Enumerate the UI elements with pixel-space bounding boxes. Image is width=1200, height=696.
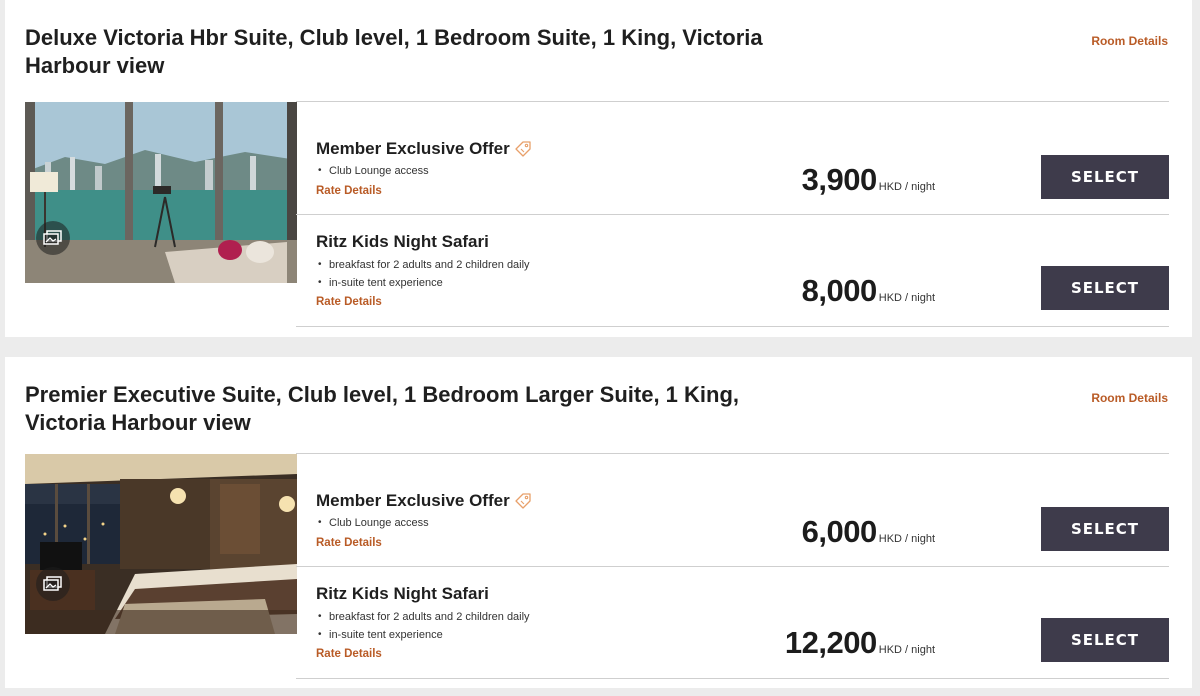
room-card: Premier Executive Suite, Club level, 1 B… [5,357,1192,688]
rate-name-text: Member Exclusive Offer [316,139,510,158]
price: 3,900 HKD / night [802,162,935,198]
select-button[interactable]: SELECT [1041,507,1169,551]
rate-name: Ritz Kids Night Safari [316,232,489,252]
price-unit: HKD / night [878,644,935,656]
price-amount: 6,000 [801,514,878,549]
divider [296,566,1169,567]
price-amount: 3,900 [801,162,878,197]
rate-name: Ritz Kids Night Safari [316,584,489,604]
price: 6,000 HKD / night [802,514,935,550]
price: 8,000 HKD / night [802,273,935,309]
price-amount: 8,000 [801,273,878,308]
rate-name-text: Ritz Kids Night Safari [316,584,489,603]
gallery-icon[interactable] [36,221,70,255]
room-details-link[interactable]: Room Details [1091,391,1168,405]
rate-details-link[interactable]: Rate Details [316,185,382,197]
select-button[interactable]: SELECT [1041,266,1169,310]
rate-name-text: Ritz Kids Night Safari [316,232,489,251]
perks-list: breakfast for 2 adults and 2 children da… [318,256,530,292]
tag-icon [515,493,531,509]
rate-name: Member Exclusive Offer [316,491,532,511]
perk-item: in-suite tent experience [318,626,530,644]
rate-row: Member Exclusive Offer Club Lounge acces… [296,102,1169,215]
rate-details-link[interactable]: Rate Details [316,648,382,660]
select-button[interactable]: SELECT [1041,618,1169,662]
room-title: Deluxe Victoria Hbr Suite, Club level, 1… [25,25,763,78]
tag-icon [515,141,531,157]
divider [296,214,1169,215]
rate-row: Ritz Kids Night Safari breakfast for 2 a… [296,568,1169,679]
perks-list: breakfast for 2 adults and 2 children da… [318,608,530,644]
perk-item: breakfast for 2 adults and 2 children da… [318,608,530,626]
perk-item: breakfast for 2 adults and 2 children da… [318,256,530,274]
perk-item: Club Lounge access [318,162,429,180]
price-amount: 12,200 [784,625,877,660]
room-photo-image [25,102,297,283]
room-photo[interactable] [25,102,297,283]
rate-row: Member Exclusive Offer Club Lounge acces… [296,454,1169,567]
room-photo-image [25,454,297,634]
rate-details-link[interactable]: Rate Details [316,537,382,549]
perks-list: Club Lounge access [318,514,429,532]
price-unit: HKD / night [878,292,935,304]
rate-details-link[interactable]: Rate Details [316,296,382,308]
room-title: Premier Executive Suite, Club level, 1 B… [25,382,740,435]
rate-name-text: Member Exclusive Offer [316,491,510,510]
select-button[interactable]: SELECT [1041,155,1169,199]
rate-name: Member Exclusive Offer [316,139,532,159]
price-unit: HKD / night [878,533,935,545]
price-unit: HKD / night [878,181,935,193]
room-card: Deluxe Victoria Hbr Suite, Club level, 1… [5,0,1192,337]
divider [296,678,1169,679]
price: 12,200 HKD / night [785,625,935,661]
room-photo[interactable] [25,454,297,634]
room-details-link[interactable]: Room Details [1091,34,1168,48]
gallery-icon-glyph [43,576,62,591]
gallery-icon-glyph [43,230,62,245]
rate-row: Ritz Kids Night Safari breakfast for 2 a… [296,216,1169,327]
perks-list: Club Lounge access [318,162,429,180]
gallery-icon[interactable] [36,567,70,601]
divider [296,326,1169,327]
perk-item: in-suite tent experience [318,274,530,292]
perk-item: Club Lounge access [318,514,429,532]
